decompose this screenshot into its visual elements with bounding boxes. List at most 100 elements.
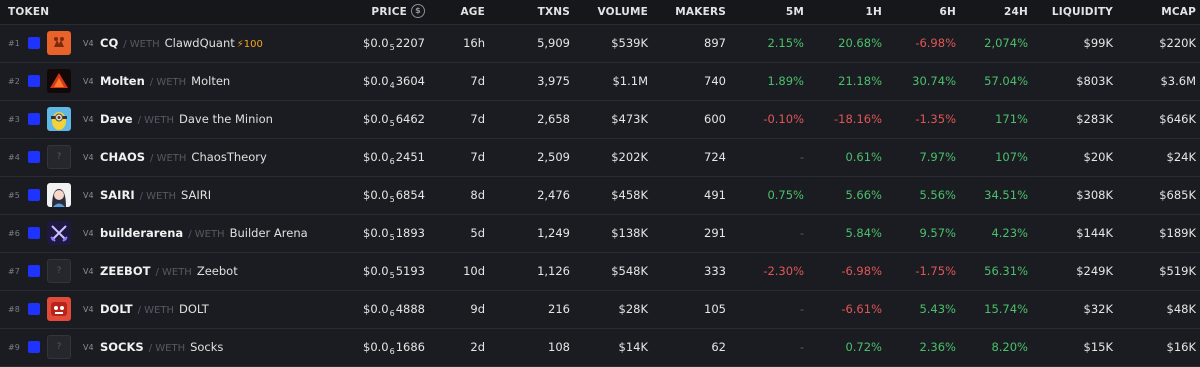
change-5m: - <box>799 302 804 316</box>
select-checkbox[interactable] <box>28 303 40 315</box>
makers: 600 <box>704 112 726 126</box>
token-cell[interactable]: SOCKS / WETH Socks <box>100 329 223 366</box>
column-header-1h[interactable]: 1H <box>804 0 882 24</box>
token-symbol[interactable]: CHAOS <box>100 150 145 164</box>
select-checkbox[interactable] <box>28 341 40 353</box>
price: $0.051893 <box>363 226 425 242</box>
token-symbol[interactable]: DOLT <box>100 302 133 316</box>
column-header-5m[interactable]: 5M <box>726 0 804 24</box>
token-symbol[interactable]: SAIRI <box>100 188 135 202</box>
column-header-price[interactable]: PRICE $ <box>340 0 425 24</box>
column-header-token[interactable]: TOKEN <box>8 0 49 24</box>
change-6h: 30.74% <box>912 74 956 88</box>
select-checkbox[interactable] <box>28 75 40 87</box>
mcap: $24K <box>1166 150 1197 164</box>
change-6h: 7.97% <box>919 150 956 164</box>
age: 9d <box>470 302 485 316</box>
price: $0.064888 <box>363 302 425 318</box>
change-24h: 57.04% <box>984 74 1028 88</box>
select-checkbox[interactable] <box>28 37 40 49</box>
change-24h: 56.31% <box>984 264 1028 278</box>
column-header-6h[interactable]: 6H <box>882 0 956 24</box>
token-logo[interactable] <box>47 31 71 55</box>
rank: #8 <box>8 305 20 314</box>
makers: 740 <box>704 74 726 88</box>
change-6h: 9.57% <box>919 226 956 240</box>
token-symbol[interactable]: Molten <box>100 74 145 88</box>
txns: 2,509 <box>537 150 570 164</box>
change-5m: - <box>799 150 804 164</box>
price: $0.056462 <box>363 112 425 128</box>
txns: 1,126 <box>537 264 570 278</box>
table-row[interactable]: #4? V4 CHAOS / WETH ChaosTheory $0.062451 7d 2,… <box>0 139 1200 177</box>
table-row[interactable]: #8 V4 DOLT / WETH DOLT $0.064888 9d 216 $28K 105 -… <box>0 291 1200 329</box>
token-cell[interactable]: DOLT / WETH DOLT <box>100 291 209 328</box>
change-1h: -18.16% <box>834 112 882 126</box>
liquidity: $144K <box>1076 226 1113 240</box>
select-checkbox[interactable] <box>28 227 40 239</box>
column-header-mcap[interactable]: MCAP <box>1113 0 1196 24</box>
token-cell[interactable]: CQ / WETH ClawdQuant ⚡100 <box>100 25 263 62</box>
token-cell[interactable]: builderarena / WETH Builder Arena <box>100 215 308 252</box>
token-logo[interactable] <box>47 183 71 207</box>
liquidity: $32K <box>1083 302 1114 316</box>
table-row[interactable]: #1 V4 CQ / WETH ClawdQuant ⚡100 $0.052207 16h 5,… <box>0 25 1200 63</box>
token-logo-placeholder[interactable]: ? <box>47 145 71 169</box>
column-header-makers[interactable]: MAKERS <box>648 0 726 24</box>
mcap: $189K <box>1159 226 1196 240</box>
change-1h: 5.66% <box>845 188 882 202</box>
column-header-txns[interactable]: TXNS <box>485 0 570 24</box>
token-logo-placeholder[interactable]: ? <box>47 335 71 359</box>
price: $0.062451 <box>363 150 425 166</box>
liquidity: $249K <box>1076 264 1113 278</box>
token-logo[interactable] <box>47 221 71 245</box>
change-6h: -6.98% <box>915 36 956 50</box>
price: $0.061686 <box>363 340 425 356</box>
token-symbol[interactable]: builderarena <box>100 226 183 240</box>
table-row[interactable]: #7? V4 ZEEBOT / WETH Zeebot $0.055193 10d 1,126… <box>0 253 1200 291</box>
token-logo[interactable] <box>47 297 71 321</box>
makers: 62 <box>711 340 726 354</box>
token-name: Dave the Minion <box>179 112 273 126</box>
age: 16h <box>463 36 485 50</box>
change-24h: 2,074% <box>984 36 1028 50</box>
column-header-liquidity[interactable]: LIQUIDITY <box>1028 0 1113 24</box>
token-logo[interactable] <box>47 107 71 131</box>
token-cell[interactable]: Dave / WETH Dave the Minion <box>100 101 273 138</box>
select-checkbox[interactable] <box>28 189 40 201</box>
token-symbol[interactable]: ZEEBOT <box>100 264 150 278</box>
token-logo[interactable] <box>47 69 71 93</box>
boost-badge[interactable]: ⚡100 <box>237 39 263 50</box>
change-1h: 0.61% <box>845 150 882 164</box>
token-cell[interactable]: ZEEBOT / WETH Zeebot <box>100 253 238 290</box>
change-24h: 171% <box>995 112 1028 126</box>
table-row[interactable]: #2 V4 Molten / WETH Molten $0.043604 7d 3,975 $1… <box>0 63 1200 101</box>
change-6h: -1.35% <box>915 112 956 126</box>
select-checkbox[interactable] <box>28 265 40 277</box>
token-cell[interactable]: Molten / WETH Molten <box>100 63 230 100</box>
token-cell[interactable]: SAIRI / WETH SAIRI <box>100 177 211 214</box>
age: 7d <box>470 112 485 126</box>
table-row[interactable]: #3 V4 Dave / WETH Dave the Minion $0.056462 7d… <box>0 101 1200 139</box>
token-name: Zeebot <box>196 264 238 278</box>
token-symbol[interactable]: SOCKS <box>100 340 144 354</box>
dollar-icon[interactable]: $ <box>411 4 425 18</box>
select-checkbox[interactable] <box>28 151 40 163</box>
token-symbol[interactable]: CQ <box>100 36 118 50</box>
column-header-age[interactable]: AGE <box>425 0 485 24</box>
select-checkbox[interactable] <box>28 113 40 125</box>
token-cell[interactable]: CHAOS / WETH ChaosTheory <box>100 139 267 176</box>
mcap: $48K <box>1166 302 1197 316</box>
version-badge: V4 <box>83 229 94 238</box>
column-header-volume[interactable]: VOLUME <box>570 0 648 24</box>
token-name: Molten <box>191 74 231 88</box>
change-5m: - <box>799 226 804 240</box>
table-row[interactable]: #5 V4 SAIRI / WETH SAIRI $0.056854 8d 2,476 $458… <box>0 177 1200 215</box>
change-1h: 20.68% <box>838 36 882 50</box>
volume: $202K <box>611 150 648 164</box>
column-header-24h[interactable]: 24H <box>956 0 1028 24</box>
table-row[interactable]: #9? V4 SOCKS / WETH Socks $0.061686 2d 108 $14K 6… <box>0 329 1200 367</box>
table-row[interactable]: #6 V4 builderarena / WETH Builder Arena $0.05… <box>0 215 1200 253</box>
token-symbol[interactable]: Dave <box>100 112 133 126</box>
token-logo-placeholder[interactable]: ? <box>47 259 71 283</box>
